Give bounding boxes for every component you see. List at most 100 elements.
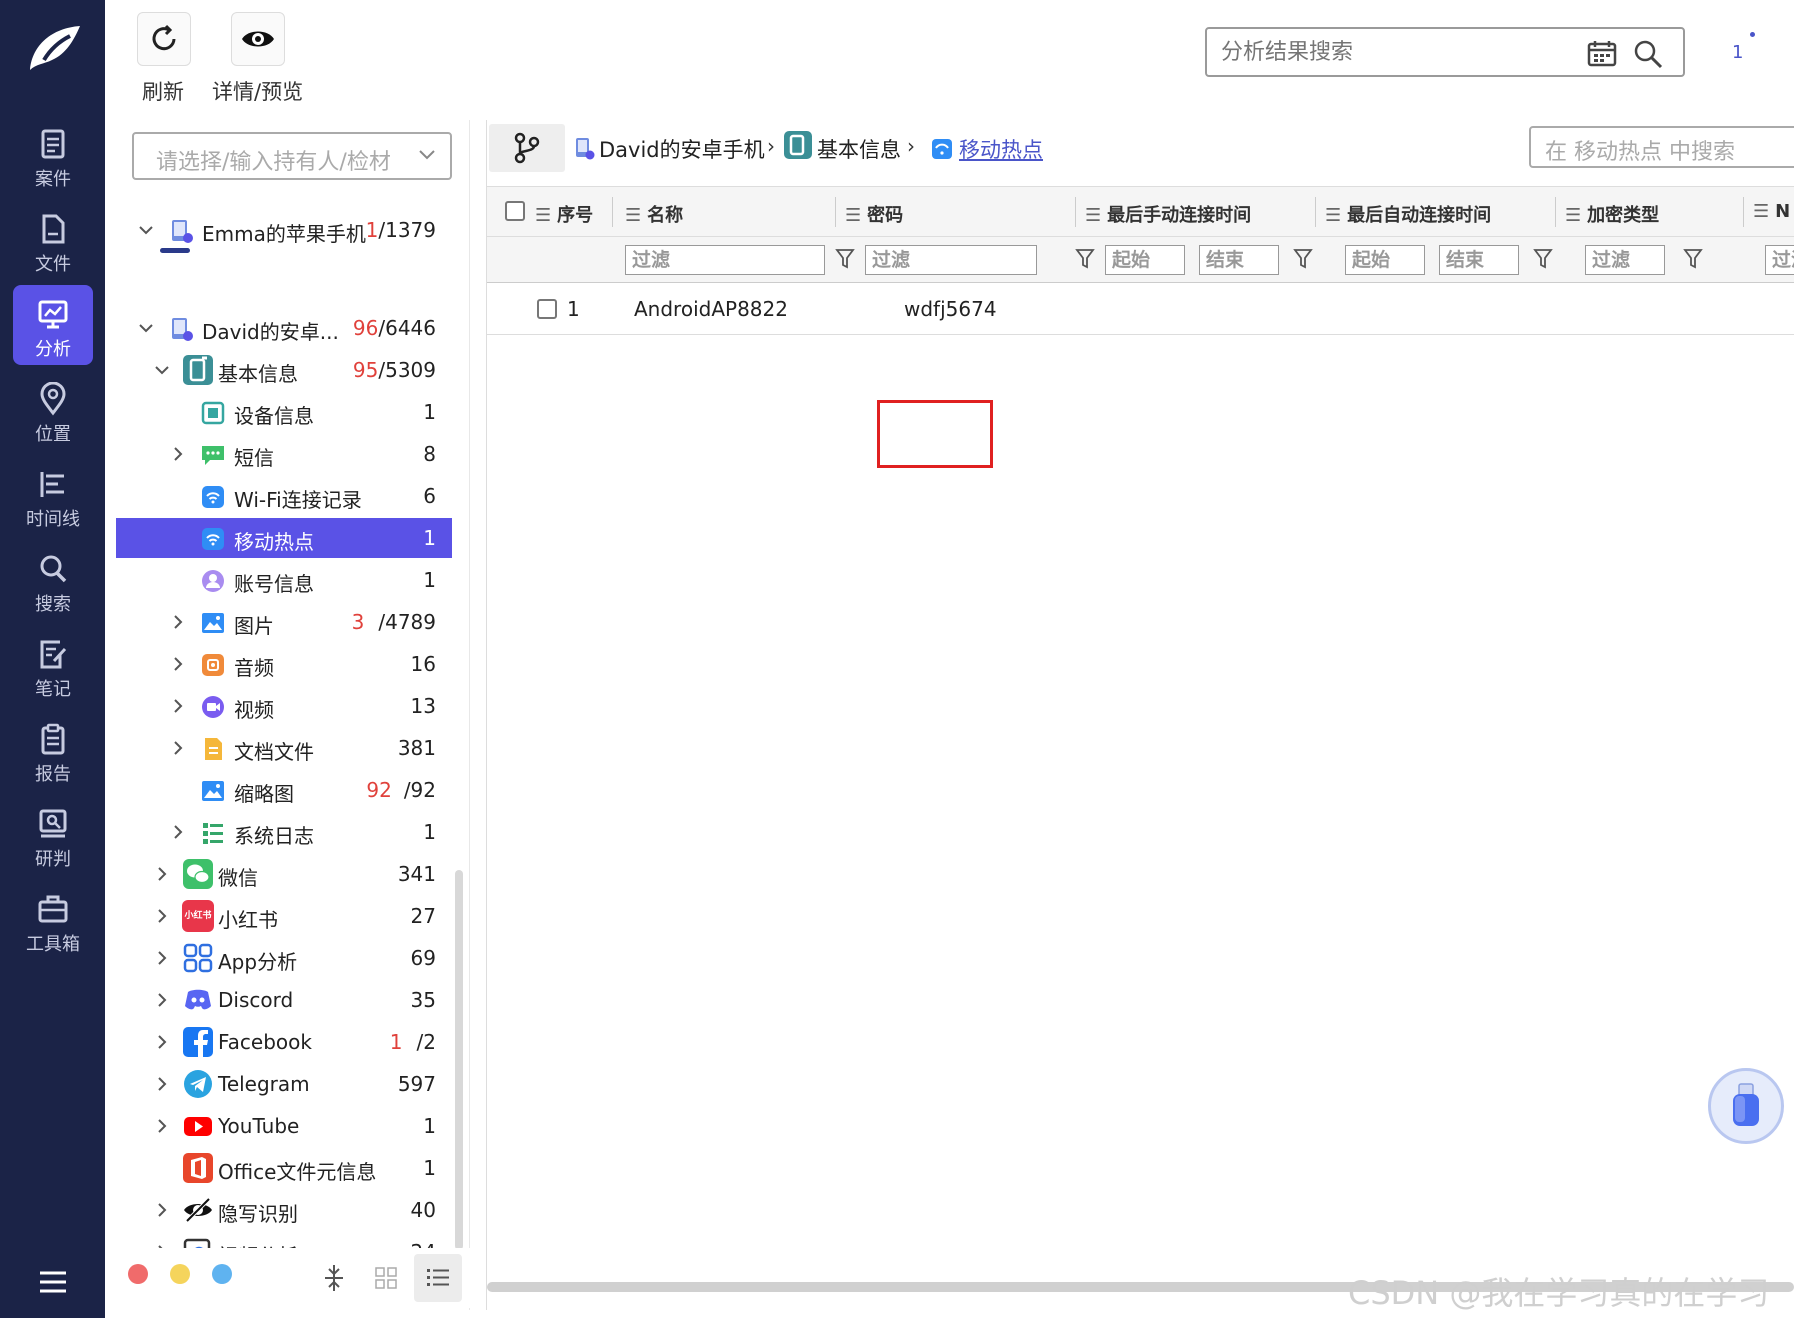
hamburger-menu-icon[interactable] xyxy=(38,1270,68,1294)
refresh-button[interactable] xyxy=(137,12,191,66)
chevron-right-icon[interactable] xyxy=(170,656,186,672)
breadcrumb-device[interactable]: David的安卓手机 xyxy=(599,134,765,164)
filter-icon[interactable] xyxy=(1293,248,1313,270)
tree-item-images[interactable]: 图片 3/4789 xyxy=(116,602,452,642)
tree-item-youtube[interactable]: YouTube 1 xyxy=(116,1106,452,1146)
blue-filter-dot[interactable] xyxy=(212,1264,232,1284)
column-header-name[interactable]: ☰ 名称 xyxy=(625,201,683,227)
holder-select[interactable]: 请选择/输入持有人/检材 xyxy=(132,132,452,180)
chevron-down-icon[interactable] xyxy=(138,320,154,336)
tree-item-steganography[interactable]: 隐写识别 40 xyxy=(116,1190,452,1230)
chevron-down-icon[interactable] xyxy=(154,362,170,378)
tree-item-facebook[interactable]: Facebook 1/2 xyxy=(116,1022,452,1062)
column-divider[interactable] xyxy=(1315,197,1316,227)
detail-preview-button[interactable] xyxy=(231,12,285,66)
breadcrumb-category[interactable]: 基本信息 xyxy=(817,134,901,164)
chevron-right-icon[interactable] xyxy=(170,446,186,462)
nav-report[interactable]: 报告 xyxy=(13,710,93,790)
chevron-right-icon[interactable] xyxy=(154,866,170,882)
filter-auto-end[interactable]: 结束 xyxy=(1439,245,1519,275)
chevron-right-icon[interactable] xyxy=(154,992,170,1008)
tree-item-office-meta[interactable]: Office文件元信息 1 xyxy=(116,1148,452,1188)
tree-item-telegram[interactable]: Telegram 597 xyxy=(116,1064,452,1104)
yellow-filter-dot[interactable] xyxy=(170,1264,190,1284)
nav-judge[interactable]: 研判 xyxy=(13,795,93,875)
filter-manual-end[interactable]: 结束 xyxy=(1199,245,1279,275)
tree-item-account-info[interactable]: 账号信息 1 xyxy=(116,560,452,600)
tree-item-audio[interactable]: 音频 16 xyxy=(116,644,452,684)
nav-search[interactable]: 搜索 xyxy=(13,540,93,620)
column-divider[interactable] xyxy=(835,197,836,227)
list-view-button[interactable] xyxy=(414,1254,462,1302)
tree-item-david-phone[interactable]: David的安卓... 96/6446 xyxy=(116,308,452,348)
column-divider[interactable] xyxy=(1743,197,1744,227)
search-icon[interactable] xyxy=(1633,39,1663,69)
row-checkbox[interactable] xyxy=(537,299,557,319)
chevron-right-icon[interactable] xyxy=(170,614,186,630)
chevron-right-icon[interactable] xyxy=(170,698,186,714)
nav-timeline[interactable]: 时间线 xyxy=(13,455,93,535)
column-header-last-manual-time[interactable]: ☰ 最后手动连接时间 xyxy=(1085,201,1251,227)
tree-item-wifi[interactable]: Wi-Fi连接记录 6 xyxy=(116,476,452,516)
usb-device-button[interactable] xyxy=(1708,1068,1784,1144)
tree-item-system-log[interactable]: 系统日志 1 xyxy=(116,812,452,852)
branch-button[interactable] xyxy=(489,124,565,172)
chevron-right-icon[interactable] xyxy=(170,740,186,756)
column-divider[interactable] xyxy=(1555,197,1556,227)
chevron-right-icon[interactable] xyxy=(154,1034,170,1050)
column-divider[interactable] xyxy=(612,197,613,227)
calendar-icon[interactable] xyxy=(1587,39,1617,67)
in-category-search[interactable]: 在 移动热点 中搜索 xyxy=(1529,126,1794,168)
red-filter-dot[interactable] xyxy=(128,1264,148,1284)
chevron-right-icon[interactable] xyxy=(170,824,186,840)
nav-toolbox[interactable]: 工具箱 xyxy=(13,880,93,960)
filter-icon[interactable] xyxy=(1683,248,1703,270)
tree-item-sms[interactable]: 短信 8 xyxy=(116,434,452,474)
filter-icon[interactable] xyxy=(1075,248,1095,270)
chevron-right-icon[interactable] xyxy=(154,908,170,924)
notification-count[interactable]: 1 xyxy=(1732,42,1743,63)
analysis-search-box[interactable] xyxy=(1205,27,1685,77)
chevron-right-icon[interactable] xyxy=(154,1202,170,1218)
tree-item-emma-phone[interactable]: Emma的苹果手机 1/1379 xyxy=(116,210,452,250)
tree-item-xiaohongshu[interactable]: 小红书 小红书 27 xyxy=(116,896,452,936)
filter-next-input[interactable]: 过滤 xyxy=(1765,245,1794,275)
filter-manual-start[interactable]: 起始 xyxy=(1105,245,1185,275)
column-header-last-auto-time[interactable]: ☰ 最后自动连接时间 xyxy=(1325,201,1491,227)
chevron-down-icon[interactable] xyxy=(138,222,154,238)
tree-item-thumbnails[interactable]: 缩略图 92/92 xyxy=(116,770,452,810)
tree-scrollbar[interactable] xyxy=(455,870,463,1250)
column-divider[interactable] xyxy=(1075,197,1076,227)
column-header-index[interactable]: ☰ 序号 xyxy=(535,201,593,227)
nav-location[interactable]: 位置 xyxy=(13,370,93,450)
filter-encryption-input[interactable]: 过滤 xyxy=(1585,245,1665,275)
filter-icon[interactable] xyxy=(835,248,855,270)
column-header-password[interactable]: ☰ 密码 xyxy=(845,201,903,227)
table-row[interactable]: 1 AndroidAP8822 wdfj5674 xyxy=(487,283,1794,335)
analysis-search-input[interactable] xyxy=(1221,35,1561,69)
chevron-right-icon[interactable] xyxy=(154,950,170,966)
tree-item-app-analysis[interactable]: App分析 69 xyxy=(116,938,452,978)
filter-auto-start[interactable]: 起始 xyxy=(1345,245,1425,275)
column-header-encryption[interactable]: ☰ 加密类型 xyxy=(1565,201,1659,227)
filter-name-input[interactable]: 过滤 xyxy=(625,245,825,275)
chevron-right-icon[interactable] xyxy=(154,1076,170,1092)
chevron-right-icon[interactable] xyxy=(154,1118,170,1134)
nav-note[interactable]: 笔记 xyxy=(13,625,93,705)
tree-item-wechat[interactable]: 微信 341 xyxy=(116,854,452,894)
tree-item-device-info[interactable]: 设备信息 1 xyxy=(116,392,452,432)
tree-item-basic-info[interactable]: 基本信息 95/5309 xyxy=(116,350,452,390)
breadcrumb-current[interactable]: 移动热点 xyxy=(959,134,1043,164)
filter-password-input[interactable]: 过滤 xyxy=(865,245,1037,275)
filter-icon[interactable] xyxy=(1533,248,1553,270)
column-header-next[interactable]: ☰ N xyxy=(1753,201,1790,222)
nav-file[interactable]: 文件 xyxy=(13,200,93,280)
tree-item-documents[interactable]: 文档文件 381 xyxy=(116,728,452,768)
nav-analysis[interactable]: 分析 xyxy=(13,285,93,365)
grid-view-button[interactable] xyxy=(366,1258,406,1298)
select-all-checkbox[interactable] xyxy=(505,201,525,221)
tree-item-mobile-hotspot[interactable]: 移动热点 1 xyxy=(116,518,452,558)
tree-item-discord[interactable]: Discord 35 xyxy=(116,980,452,1020)
collapse-all-button[interactable] xyxy=(314,1258,354,1298)
nav-case[interactable]: 案件 xyxy=(13,115,93,195)
